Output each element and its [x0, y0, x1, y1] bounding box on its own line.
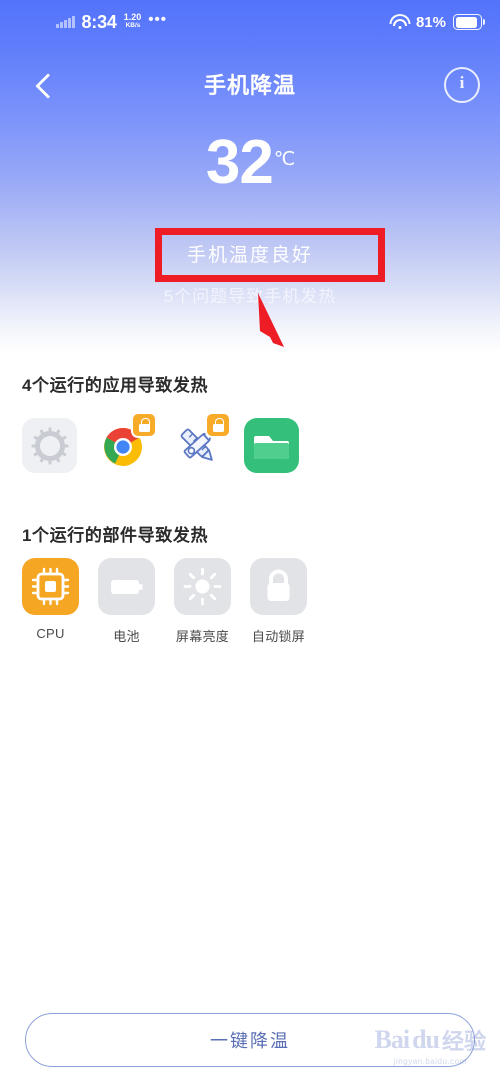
file-folder-icon [244, 418, 299, 473]
network-speed-value: 1.20 [123, 12, 142, 22]
temperature-display: 32℃ [0, 132, 500, 194]
one-tap-cool-button[interactable]: 一键降温 [25, 1013, 475, 1067]
part-label: 屏幕亮度 [175, 629, 230, 644]
part-label: 电池 [113, 629, 140, 644]
part-item-auto-lock[interactable]: 自动锁屏 [250, 558, 307, 645]
info-circle-icon[interactable]: i [444, 67, 480, 103]
status-time: 8:34 [81, 12, 117, 32]
wifi-icon [389, 13, 411, 29]
app-item-chrome[interactable] [96, 414, 155, 473]
status-bar-right: 81% [389, 0, 485, 44]
parts-section-title: 1个运行的部件导致发热 [22, 526, 209, 545]
part-item-cpu[interactable]: CPU [22, 558, 79, 645]
app-item-settings[interactable] [22, 418, 77, 473]
issue-summary-text: 5个问题导致手机发热 [163, 287, 337, 306]
lock-badge-icon [207, 414, 229, 436]
part-item-brightness[interactable]: 屏幕亮度 [174, 558, 231, 645]
signal-bars-icon [56, 16, 75, 28]
brightness-sun-icon [174, 558, 231, 615]
temperature-unit: ℃ [273, 148, 296, 170]
page-title: 手机降温 [203, 73, 296, 98]
battery-icon [98, 558, 155, 615]
part-label: CPU [36, 626, 65, 641]
parts-icon-row: CPU 电池 屏幕亮度 自动锁屏 [22, 558, 307, 645]
network-speed: 1.20 KB/s [124, 13, 142, 29]
nav-bar: 手机降温 i [0, 56, 500, 118]
network-speed-unit: KB/s [125, 22, 140, 29]
apps-icon-row [22, 414, 299, 473]
phone-screen: 8:34 1.20 KB/s ••• 81% 手机降温 i 32℃ 手机温度良好… [0, 0, 500, 1084]
part-label: 自动锁屏 [251, 629, 306, 644]
info-glyph: i [459, 73, 465, 92]
status-badge: 手机温度良好 [186, 245, 313, 266]
settings-gear-icon [22, 418, 77, 473]
battery-icon [453, 14, 485, 30]
lock-icon [250, 558, 307, 615]
cpu-chip-icon [22, 558, 79, 615]
lock-badge-icon [133, 414, 155, 436]
app-item-design-tools[interactable] [170, 414, 229, 473]
status-overflow-dots: ••• [148, 10, 168, 28]
app-item-file-manager[interactable] [244, 418, 299, 473]
battery-percent-label: 81% [415, 13, 446, 31]
status-bar: 8:34 1.20 KB/s ••• 81% [0, 0, 500, 44]
temperature-value: 32 [205, 128, 274, 197]
apps-section-title: 4个运行的应用导致发热 [22, 376, 209, 395]
status-bar-left: 8:34 1.20 KB/s ••• [56, 0, 167, 44]
part-item-battery[interactable]: 电池 [98, 558, 155, 645]
one-tap-cool-label: 一键降温 [210, 1031, 290, 1051]
